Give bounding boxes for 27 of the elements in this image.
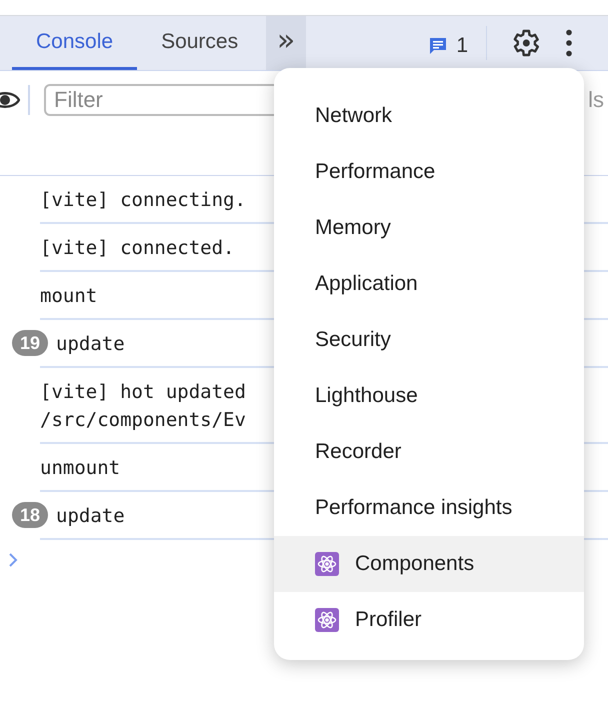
menu-item[interactable]: Recorder: [274, 424, 584, 480]
menu-item[interactable]: Memory: [274, 200, 584, 256]
prompt-icon[interactable]: [8, 552, 18, 568]
panel-tab[interactable]: Sources: [137, 16, 262, 70]
console-message: update: [56, 332, 125, 357]
panel-tab[interactable]: Console: [12, 16, 138, 70]
menu-item[interactable]: Components: [274, 536, 584, 592]
menu-item[interactable]: Performance insights: [274, 480, 584, 536]
console-message: /src/components/Ev: [40, 408, 246, 433]
console-message: [vite] connecting.: [40, 188, 246, 213]
atom-icon: [315, 608, 339, 632]
menu-item[interactable]: Profiler: [274, 592, 584, 648]
menu-item[interactable]: Lighthouse: [274, 368, 584, 424]
atom-icon: [315, 552, 339, 576]
repeat-count: 18: [12, 502, 48, 528]
more-tabs-button[interactable]: »: [266, 16, 306, 70]
console-message: [vite] connected.: [40, 236, 234, 261]
message-icon: [428, 36, 448, 56]
repeat-count: 19: [12, 330, 48, 356]
console-message: unmount: [40, 456, 120, 481]
menu-item[interactable]: Performance: [274, 144, 584, 200]
console-message: [vite] hot updated: [40, 380, 246, 405]
menu-item[interactable]: Security: [274, 312, 584, 368]
console-message: mount: [40, 284, 98, 309]
console-message: update: [56, 504, 125, 529]
menu-item[interactable]: Application: [274, 256, 584, 312]
more-options-icon[interactable]: [565, 29, 573, 57]
